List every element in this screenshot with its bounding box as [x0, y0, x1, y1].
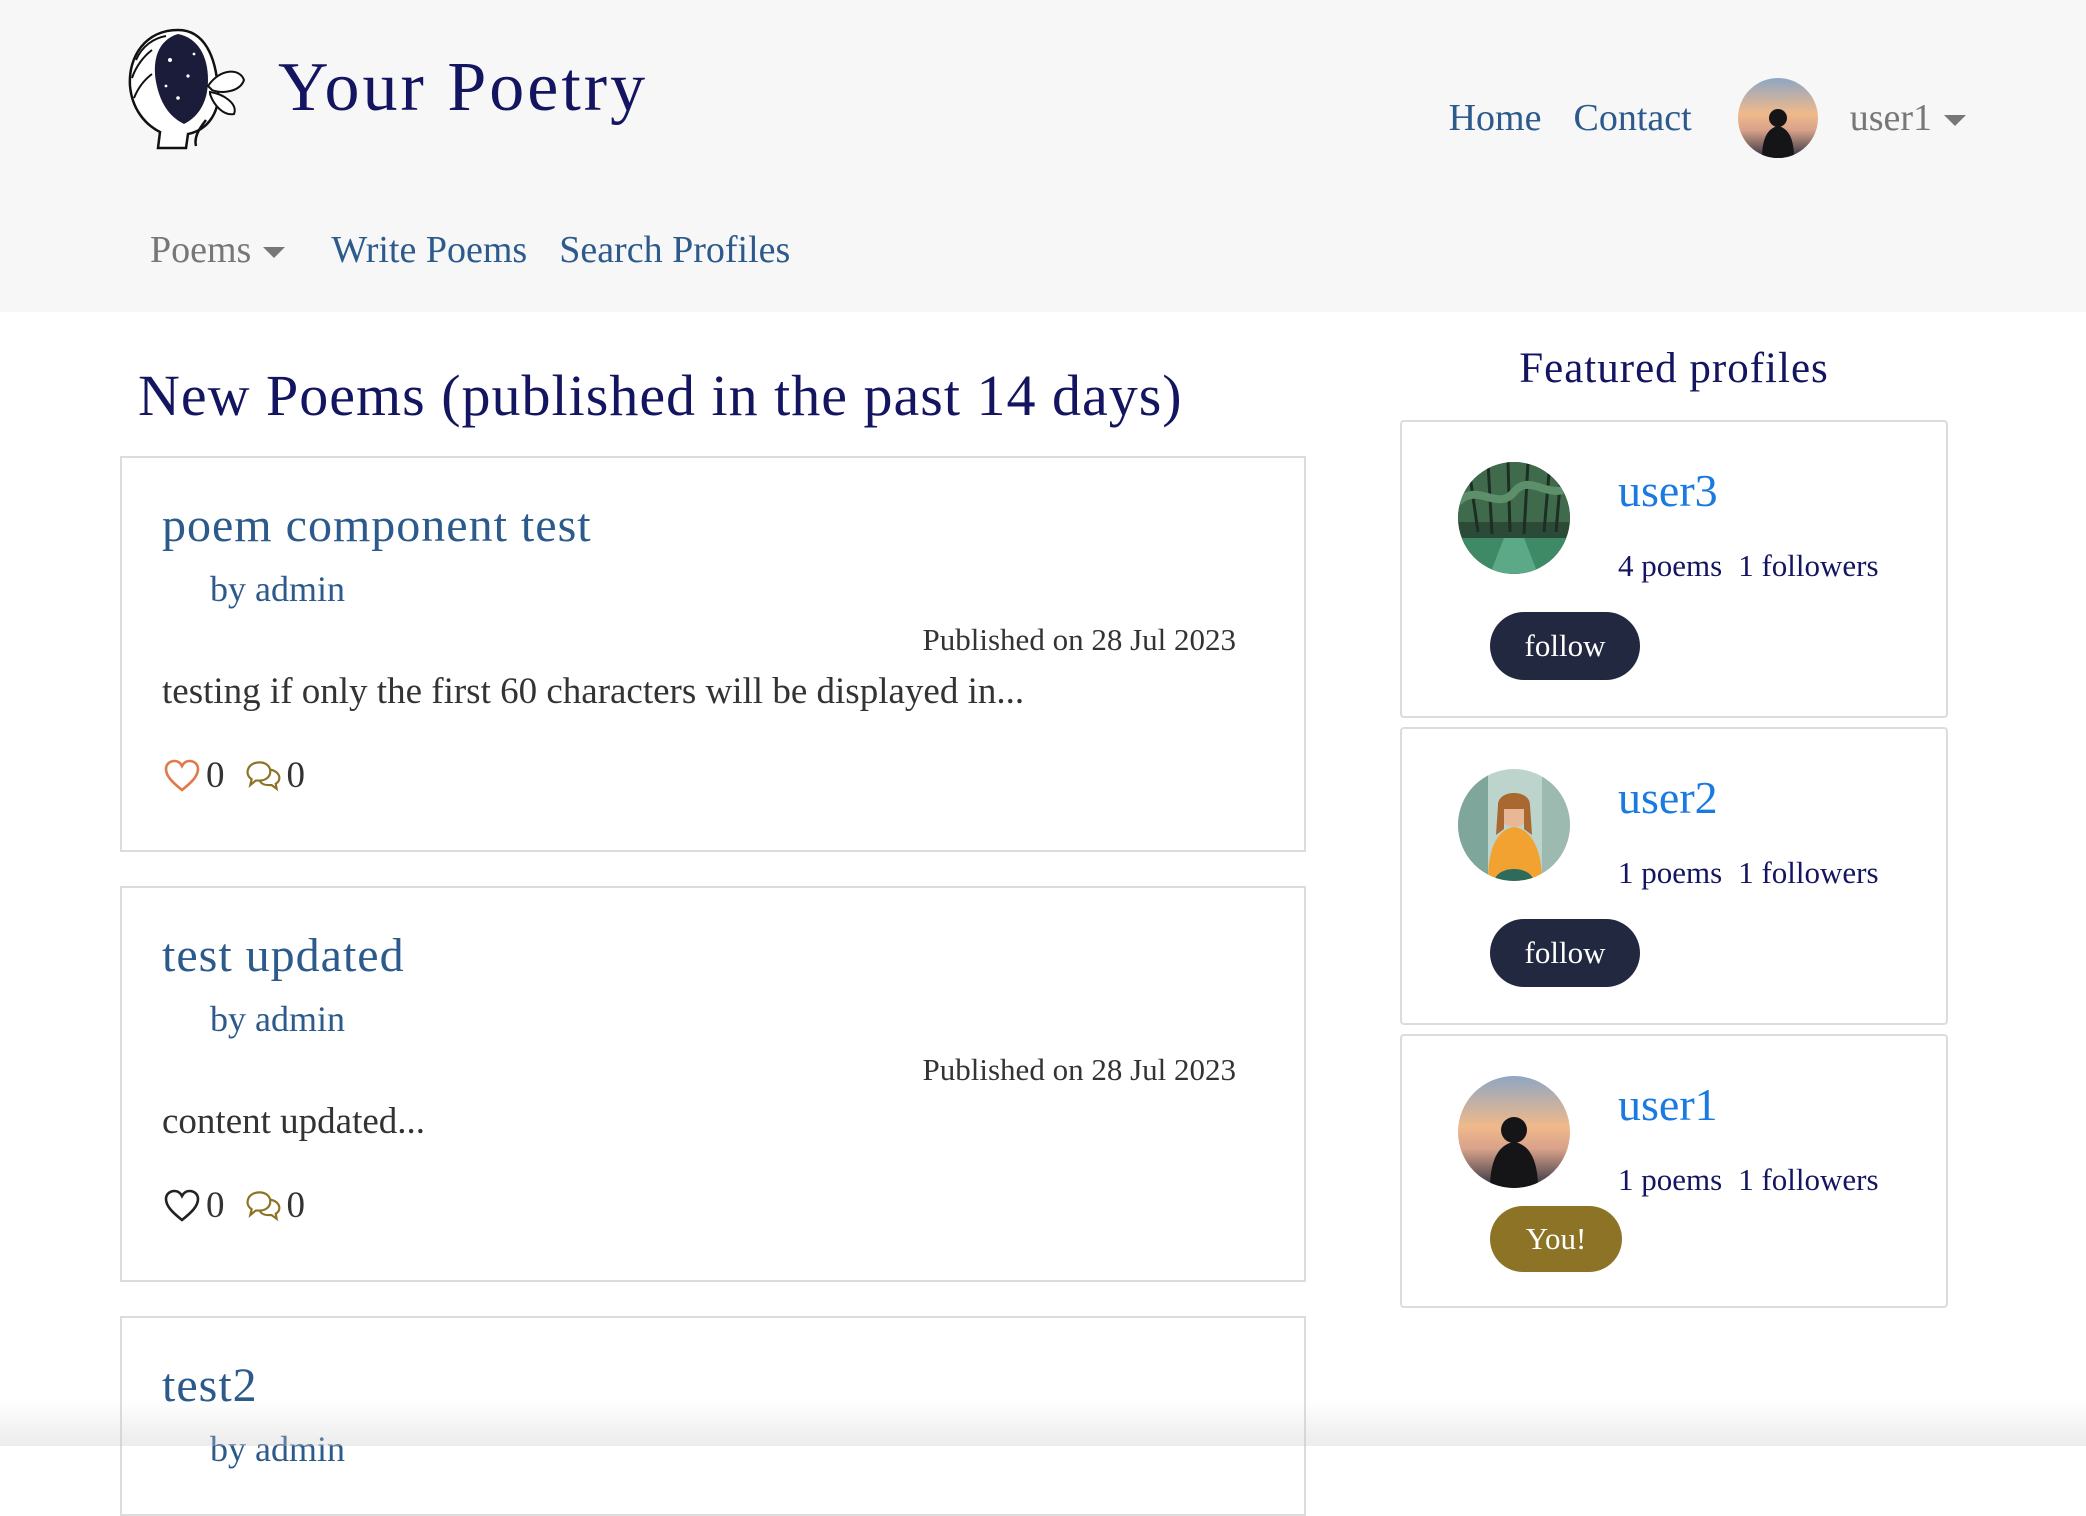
profile-name-link[interactable]: user3 — [1618, 464, 1718, 517]
profile-name-link[interactable]: user1 — [1618, 1078, 1718, 1131]
poem-excerpt: testing if only the first 60 characters … — [162, 671, 1025, 712]
poem-author-link[interactable]: by admin — [210, 998, 345, 1040]
featured-profiles-title: Featured profiles — [1519, 345, 1829, 392]
sub-nav: Poems Write Poems Search Profiles — [150, 228, 790, 272]
caret-down-icon — [263, 246, 286, 258]
nav-home[interactable]: Home — [1449, 96, 1542, 140]
profile-stats: 1 poems 1 followers — [1618, 1162, 1879, 1198]
poems-dropdown[interactable]: Poems — [150, 228, 286, 272]
heart-icon[interactable] — [162, 1186, 202, 1226]
comment-icon[interactable] — [243, 756, 283, 796]
profile-name-link[interactable]: user2 — [1618, 771, 1718, 824]
poem-card: poem component test by admin Published o… — [120, 456, 1306, 852]
profile-card: user1 1 poems 1 followers You! — [1400, 1034, 1948, 1308]
profile-poem-count: 1 poems — [1618, 855, 1723, 890]
brand-link[interactable]: Your Poetry — [108, 20, 648, 156]
poem-title-link[interactable]: test2 — [162, 1358, 258, 1413]
poem-publish-date: Published on 28 Jul 2023 — [922, 622, 1236, 657]
profile-poem-count: 4 poems — [1618, 548, 1723, 583]
heart-icon[interactable] — [162, 756, 202, 796]
nav-write-poems[interactable]: Write Poems — [331, 228, 527, 272]
poem-title-link[interactable]: test updated — [162, 928, 405, 983]
follow-button[interactable]: follow — [1490, 919, 1640, 987]
top-nav: Home Contact user1 — [1417, 78, 1966, 158]
you-badge: You! — [1490, 1206, 1622, 1272]
comment-count: 0 — [286, 755, 306, 796]
nav-search-profiles[interactable]: Search Profiles — [559, 228, 790, 272]
follow-button[interactable]: follow — [1490, 612, 1640, 680]
profile-stats: 4 poems 1 followers — [1618, 548, 1879, 584]
profile-card: user2 1 poems 1 followers follow — [1400, 727, 1948, 1025]
poem-title-link[interactable]: poem component test — [162, 498, 592, 553]
caret-down-icon — [1944, 114, 1966, 126]
poetry-logo — [128, 28, 246, 150]
user-menu-label: user1 — [1849, 97, 1932, 139]
poem-author-link[interactable]: by admin — [210, 1428, 345, 1470]
profile-avatar[interactable] — [1458, 1076, 1570, 1188]
user-menu-toggle[interactable]: user1 — [1850, 96, 1966, 140]
page-title: New Poems (published in the past 14 days… — [138, 363, 1183, 428]
comment-icon[interactable] — [243, 1186, 283, 1226]
site-title: Your Poetry — [278, 49, 649, 126]
poem-stats: 0 0 — [162, 1184, 323, 1227]
profile-follower-count: 1 followers — [1738, 548, 1879, 583]
like-count: 0 — [206, 755, 225, 796]
poem-publish-date: Published on 28 Jul 2023 — [922, 1052, 1236, 1087]
user-avatar[interactable] — [1737, 78, 1818, 158]
profile-follower-count: 1 followers — [1738, 1162, 1879, 1197]
poem-card: test2 by admin — [120, 1316, 1306, 1516]
profile-card: user3 4 poems 1 followers follow — [1400, 420, 1948, 718]
nav-contact[interactable]: Contact — [1573, 96, 1691, 140]
profile-avatar[interactable] — [1458, 769, 1570, 881]
poem-excerpt: content updated... — [162, 1101, 426, 1142]
poem-stats: 0 0 — [162, 754, 323, 797]
profile-poem-count: 1 poems — [1618, 1162, 1723, 1197]
navbar: Your Poetry Home Contact user1 Poems Wri… — [0, 0, 2086, 312]
poem-card: test updated by admin Published on 28 Ju… — [120, 886, 1306, 1282]
poem-author-link[interactable]: by admin — [210, 568, 345, 610]
comment-count: 0 — [286, 1185, 306, 1226]
profile-avatar[interactable] — [1458, 462, 1570, 574]
like-count: 0 — [206, 1185, 225, 1226]
profile-follower-count: 1 followers — [1738, 855, 1879, 890]
profile-stats: 1 poems 1 followers — [1618, 855, 1879, 891]
poems-dropdown-label: Poems — [150, 229, 252, 271]
